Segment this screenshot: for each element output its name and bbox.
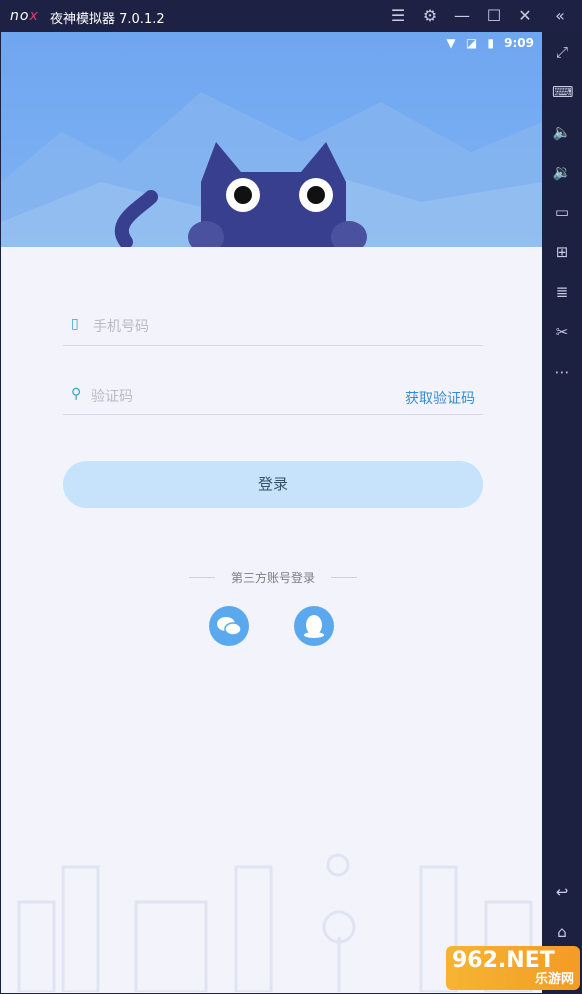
battery-icon: ▮ [487,36,494,50]
collapse-sidebar-icon[interactable]: « [550,6,570,26]
wifi-icon: ▼ [446,36,456,50]
title-bar: nox 夜神模拟器 7.0.1.2 ☰ ⚙ — ☐ ✕ « [0,0,582,32]
home-icon[interactable]: ⌂ [552,922,572,942]
close-icon[interactable]: ✕ [515,6,535,26]
wechat-login-button[interactable] [209,606,249,646]
code-underline [63,414,483,415]
watermark-text: 乐游网 [534,972,574,987]
emulator-window: nox 夜神模拟器 7.0.1.2 ☰ ⚙ — ☐ ✕ « ▼ ◪ ▮ 9:09… [0,0,582,994]
status-time: 9:09 [504,36,534,50]
qq-login-button[interactable] [294,606,334,646]
phone-input[interactable] [91,315,475,339]
emulator-sidebar: ⤢ ⌨ 🔈 🔉 ▭ ⊞ ≣ ✂ ⋯ ↩ ⌂ [542,32,582,994]
status-bar: ▼ ◪ ▮ 9:09 [440,36,534,50]
nox-logo: nox [10,8,39,24]
add-apk-icon[interactable]: ⊞ [552,242,572,262]
scissors-icon[interactable]: ✂ [552,322,572,342]
qq-icon [304,615,324,638]
site-watermark: 962.NET 乐游网 [446,946,580,990]
code-input[interactable] [89,385,393,409]
settings-icon[interactable]: ⚙ [420,6,440,26]
volume-up-icon[interactable]: 🔈 [552,122,572,142]
get-code-button[interactable]: 获取验证码 [405,388,475,408]
window-title: 夜神模拟器 7.0.1.2 [50,12,165,27]
multi-instance-icon[interactable]: ≣ [552,282,572,302]
divider-right [331,577,357,578]
menu-icon[interactable]: ☰ [388,6,408,26]
login-button[interactable]: 登录 [63,461,483,508]
more-icon[interactable]: ⋯ [552,362,572,382]
keyboard-icon[interactable]: ⌨ [552,82,574,102]
android-screen: ▼ ◪ ▮ 9:09 ▯ ⚲ 获取验证码 登录 第三方账号登录 [1,32,542,993]
volume-down-icon[interactable]: 🔉 [552,162,572,182]
fullscreen-icon[interactable]: ⤢ [552,42,572,62]
back-icon[interactable]: ↩ [552,882,572,902]
wechat-icon [217,617,242,636]
maximize-icon[interactable]: ☐ [484,6,504,26]
key-icon: ⚲ [71,386,82,402]
screen-icon[interactable]: ▭ [552,202,572,222]
header-banner: ▼ ◪ ▮ 9:09 [1,32,542,247]
minimize-icon[interactable]: — [452,6,472,26]
phone-underline [63,345,483,346]
phone-icon: ▯ [71,316,79,332]
signal-icon: ◪ [465,36,478,50]
mountain-illustration [1,92,542,247]
